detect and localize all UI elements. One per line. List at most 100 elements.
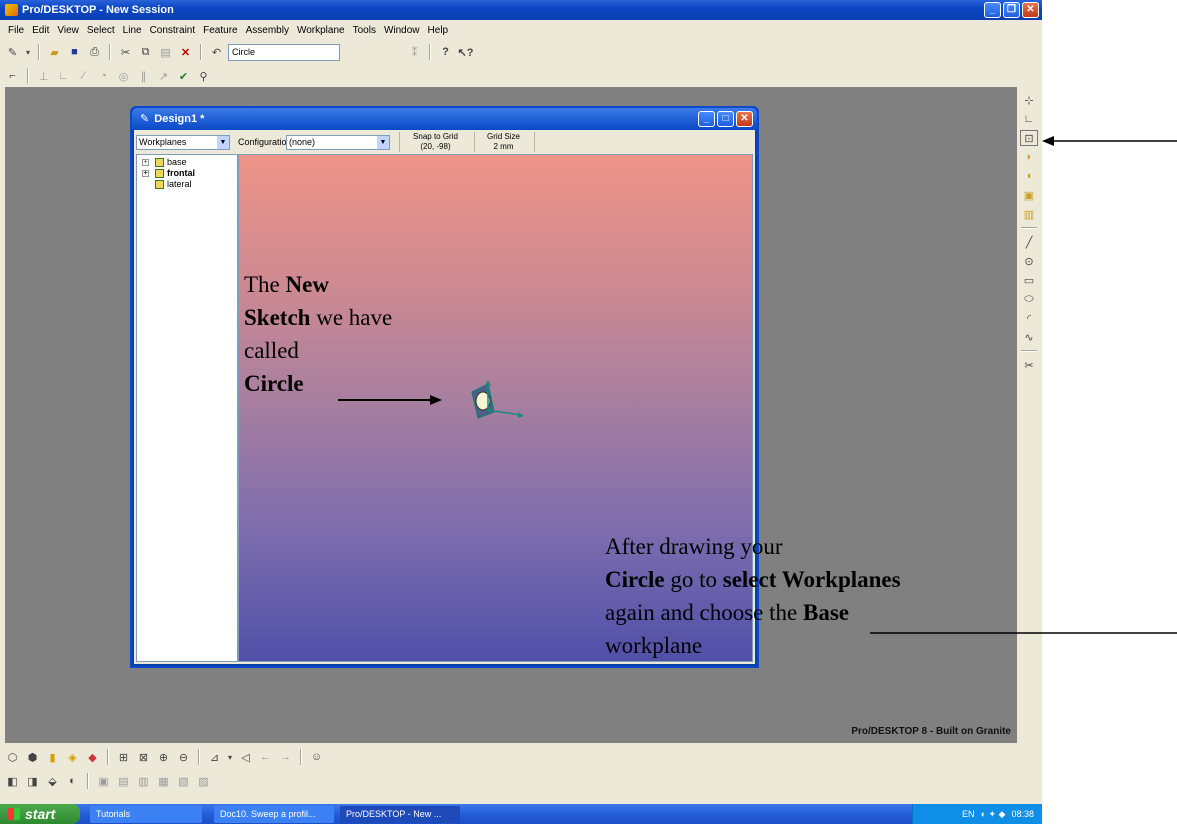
undo-icon[interactable]: ↶ bbox=[208, 44, 225, 61]
revolve-icon[interactable]: ◈ bbox=[64, 749, 81, 766]
new-design-icon[interactable]: ✎ bbox=[4, 44, 21, 61]
save-icon[interactable]: ■ bbox=[66, 44, 83, 61]
orient-view-icon[interactable]: ⊿ bbox=[206, 749, 223, 766]
language-indicator[interactable]: EN bbox=[962, 809, 975, 819]
print-icon[interactable]: ⎙ bbox=[86, 44, 103, 61]
circle-tool-icon[interactable]: ⊙ bbox=[1020, 253, 1038, 269]
zoom-in-icon[interactable]: ⊕ bbox=[155, 749, 172, 766]
line-tool-icon[interactable]: ╱ bbox=[1020, 234, 1038, 250]
tree-item-frontal[interactable]: + frontal bbox=[137, 168, 237, 179]
menu-line[interactable]: Line bbox=[119, 25, 146, 36]
rectangle-tool-icon[interactable]: ▭ bbox=[1020, 272, 1038, 288]
workplanes-select[interactable]: Workplanes ▼ bbox=[136, 135, 230, 150]
select-edges-icon[interactable]: ◗ bbox=[1020, 149, 1038, 165]
constraint-corner-icon[interactable]: ∟ bbox=[55, 68, 72, 85]
feature-tool-3-icon[interactable]: ▥ bbox=[135, 773, 152, 790]
taskbar-item-prodesktop[interactable]: Pro/DESKTOP - New ... bbox=[340, 805, 460, 823]
previous-view-icon[interactable]: ◁ bbox=[237, 749, 254, 766]
spline-tool-icon[interactable]: ∿ bbox=[1020, 329, 1038, 345]
tree-item-base[interactable]: + base bbox=[137, 157, 237, 168]
select-workplanes-icon[interactable]: ⊹ bbox=[1020, 92, 1038, 108]
design-minimize-button[interactable]: _ bbox=[698, 111, 715, 127]
delete-icon[interactable]: ✕ bbox=[177, 44, 194, 61]
blend-feature-icon[interactable]: ◐ bbox=[64, 773, 81, 790]
minimize-button[interactable]: _ bbox=[984, 2, 1001, 18]
sweep-icon[interactable]: ◆ bbox=[84, 749, 101, 766]
select-faces-icon[interactable]: ◖ bbox=[1020, 168, 1038, 184]
menu-constraint[interactable]: Constraint bbox=[146, 25, 200, 36]
close-button[interactable]: ✕ bbox=[1022, 2, 1039, 18]
expand-icon[interactable]: + bbox=[142, 159, 149, 166]
zoom-out-icon[interactable]: ⊖ bbox=[175, 749, 192, 766]
menu-feature[interactable]: Feature bbox=[199, 25, 241, 36]
select-lines-icon[interactable]: ⌐ bbox=[4, 68, 21, 85]
menu-file[interactable]: File bbox=[4, 25, 28, 36]
select-workplane-sketch-icon[interactable]: ⊡ bbox=[1020, 130, 1038, 146]
toolbar-separator bbox=[200, 44, 202, 60]
menu-tools[interactable]: Tools bbox=[349, 25, 380, 36]
open-folder-icon[interactable]: ▰ bbox=[46, 44, 63, 61]
constraint-tangent-icon[interactable]: ◔ bbox=[95, 68, 112, 85]
start-button[interactable]: start bbox=[0, 804, 80, 824]
menu-view[interactable]: View bbox=[53, 25, 83, 36]
active-sketch-field[interactable]: Circle bbox=[228, 43, 340, 61]
zoom-search-icon[interactable]: ⚲ bbox=[195, 68, 212, 85]
chevron-down-icon[interactable]: ▼ bbox=[217, 136, 229, 149]
taskbar-item-document[interactable]: Doc10. Sweep a profil... bbox=[214, 805, 334, 823]
dropdown-arrow-icon[interactable]: ▾ bbox=[24, 44, 32, 61]
properties-icon[interactable]: ⁑ bbox=[406, 44, 423, 61]
design-maximize-button[interactable]: □ bbox=[717, 111, 734, 127]
select-lines-tool-icon[interactable]: ∟ bbox=[1020, 111, 1038, 127]
feature-tool-2-icon[interactable]: ▤ bbox=[115, 773, 132, 790]
chevron-down-icon[interactable]: ▼ bbox=[377, 136, 389, 149]
tree-item-lateral[interactable]: lateral bbox=[137, 179, 237, 190]
restore-button[interactable]: ❐ bbox=[1003, 2, 1020, 18]
select-features-icon[interactable]: ▣ bbox=[1020, 187, 1038, 203]
trim-tool-icon[interactable]: ✂ bbox=[1020, 357, 1038, 373]
zoom-fit-icon[interactable]: ⊞ bbox=[115, 749, 132, 766]
design-window-title-bar[interactable]: ✎ Design1 * _ □ ✕ bbox=[132, 108, 757, 130]
context-help-icon[interactable]: ↖? bbox=[457, 44, 474, 61]
clock[interactable]: 08:38 bbox=[1011, 809, 1034, 819]
menu-window[interactable]: Window bbox=[380, 25, 424, 36]
expand-icon[interactable]: + bbox=[142, 170, 149, 177]
menu-workplane[interactable]: Workplane bbox=[293, 25, 349, 36]
feature-tool-4-icon[interactable]: ▦ bbox=[155, 773, 172, 790]
menu-edit[interactable]: Edit bbox=[28, 25, 53, 36]
select-parts-icon[interactable]: ▥ bbox=[1020, 206, 1038, 222]
paste-icon[interactable]: ▤ bbox=[157, 44, 174, 61]
cut-icon[interactable]: ✂ bbox=[117, 44, 134, 61]
zoom-window-icon[interactable]: ⊠ bbox=[135, 749, 152, 766]
forward-arrow-icon[interactable]: → bbox=[277, 749, 294, 766]
constraint-angle-icon[interactable]: ∕ bbox=[75, 68, 92, 85]
feature-tool-6-icon[interactable]: ▨ bbox=[195, 773, 212, 790]
configuration-select[interactable]: (none) ▼ bbox=[286, 135, 390, 150]
extrude-feature-icon[interactable]: ◧ bbox=[4, 773, 21, 790]
feature-icon[interactable]: ✔ bbox=[175, 68, 192, 85]
ellipse-tool-icon[interactable]: ⬭ bbox=[1020, 291, 1038, 307]
constraint-perpendicular-icon[interactable]: ⊥ bbox=[35, 68, 52, 85]
pattern-feature-icon[interactable]: ⬙ bbox=[44, 773, 61, 790]
extrude-icon[interactable]: ▮ bbox=[44, 749, 61, 766]
constraint-dimension-icon[interactable]: ↗ bbox=[155, 68, 172, 85]
new-part-icon[interactable]: ⬡ bbox=[4, 749, 21, 766]
shell-feature-icon[interactable]: ◨ bbox=[24, 773, 41, 790]
dropdown-arrow-icon[interactable]: ▾ bbox=[226, 749, 234, 766]
constraint-concentric-icon[interactable]: ◎ bbox=[115, 68, 132, 85]
menu-assembly[interactable]: Assembly bbox=[242, 25, 293, 36]
feature-tool-5-icon[interactable]: ▧ bbox=[175, 773, 192, 790]
menu-select[interactable]: Select bbox=[83, 25, 119, 36]
arc-tool-icon[interactable]: ◜ bbox=[1020, 310, 1038, 326]
constraint-parallel-icon[interactable]: ∥ bbox=[135, 68, 152, 85]
smiley-icon[interactable]: ☺ bbox=[308, 749, 325, 766]
menu-help[interactable]: Help bbox=[424, 25, 453, 36]
back-arrow-icon[interactable]: ← bbox=[257, 749, 274, 766]
new-assembly-icon[interactable]: ⬢ bbox=[24, 749, 41, 766]
app-title-bar[interactable]: Pro/DESKTOP - New Session _ ❐ ✕ bbox=[0, 0, 1042, 20]
taskbar-item-tutorials[interactable]: Tutorials bbox=[90, 805, 202, 823]
copy-icon[interactable]: ⧉ bbox=[137, 44, 154, 61]
feature-tool-1-icon[interactable]: ▣ bbox=[95, 773, 112, 790]
design-close-button[interactable]: ✕ bbox=[736, 111, 753, 127]
sketch-origin-icon[interactable] bbox=[468, 378, 528, 422]
help-icon[interactable]: ? bbox=[437, 44, 454, 61]
